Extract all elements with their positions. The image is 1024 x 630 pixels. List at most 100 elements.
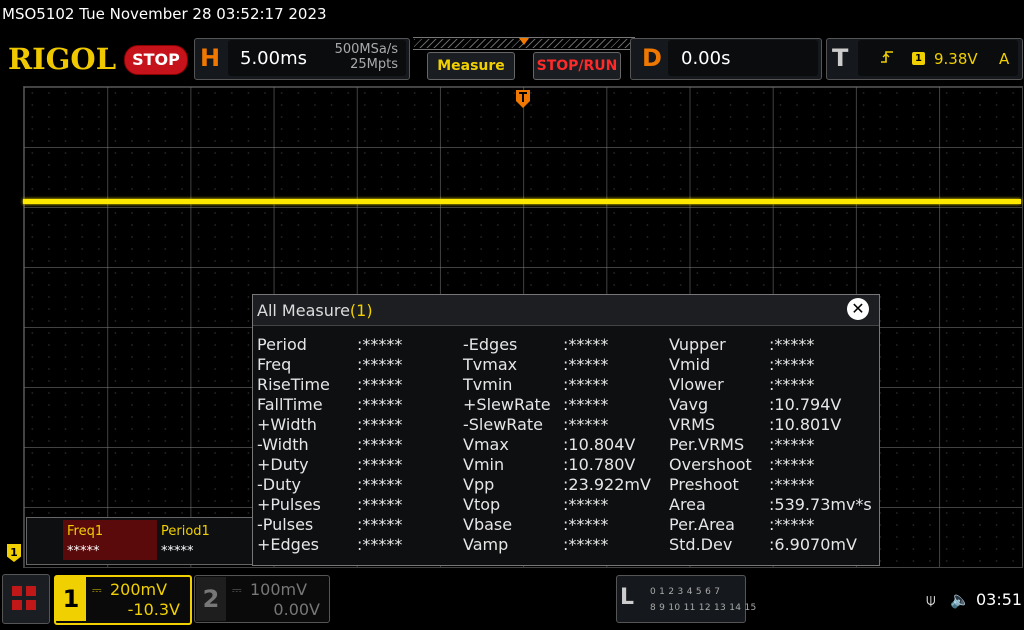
trigger-mode: A (999, 50, 1010, 68)
status-line: MSO5102 Tue November 28 03:52:17 2023 (2, 5, 327, 23)
measure-value: :23.922mV (563, 475, 651, 494)
clock: 03:51 (976, 590, 1023, 609)
trigger-source-badge: 1 (912, 52, 925, 65)
measure-value: :***** (357, 535, 403, 554)
ch1-offset: -10.3V (127, 600, 180, 619)
measure-name: Vmin (463, 455, 505, 474)
measure-name: -Edges (463, 335, 518, 354)
measure-name: Tvmin (463, 375, 513, 394)
measure-value: :***** (357, 415, 403, 434)
all-measure-title: All Measure(1) (257, 301, 373, 320)
measure-name: +SlewRate (463, 395, 551, 414)
measure-name: Preshoot (669, 475, 739, 494)
quick-measure-box[interactable]: Freq1 ***** Period1 ***** (26, 517, 260, 565)
la-channels-row-2: 8 9 10 11 12 13 14 15 (650, 603, 757, 613)
trigger-position-icon (519, 38, 529, 45)
measure-value: :10.801V (769, 415, 842, 434)
timebase-value: 5.00ms (240, 48, 307, 69)
measure-value: :***** (769, 515, 815, 534)
measure-value: :***** (769, 375, 815, 394)
freq-label: Freq1 (67, 524, 104, 539)
measure-value: :***** (563, 515, 609, 534)
logic-analyzer-letter: L (620, 585, 635, 610)
measure-value: :***** (357, 455, 403, 474)
measure-value: :***** (357, 495, 403, 514)
measure-value: :***** (357, 395, 403, 414)
menu-grid-icon (12, 586, 36, 610)
measure-name: FallTime (257, 395, 323, 414)
measure-name: Overshoot (669, 455, 752, 474)
measure-name: Vavg (669, 395, 709, 414)
horizontal-letter: H (200, 44, 221, 72)
measure-name: Vbase (463, 515, 513, 534)
measure-value: :***** (769, 355, 815, 374)
measure-value: :***** (563, 415, 609, 434)
measure-name: Vmid (669, 355, 711, 374)
measure-name: -Duty (257, 475, 301, 494)
ch1-offset-marker[interactable]: 1 (7, 544, 21, 562)
memory-depth: 25Mpts (350, 57, 398, 72)
measure-name: +Edges (257, 535, 320, 554)
measure-value: :***** (357, 475, 403, 494)
all-measure-source: (1) (349, 301, 373, 320)
all-measure-window[interactable]: All Measure(1) ✕ Period :***** Freq :***** R… (252, 294, 880, 566)
la-channels-row-1: 0 1 2 3 4 5 6 7 (650, 587, 721, 597)
measure-name: VRMS (669, 415, 716, 434)
delay-value: 0.00s (681, 48, 731, 69)
rigol-logo: RIGOL (8, 42, 117, 76)
trigger-letter: T (832, 44, 849, 72)
measure-name: +Width (257, 415, 317, 434)
stop-run-button[interactable]: STOP/RUN (533, 52, 621, 80)
measure-name: -Width (257, 435, 309, 454)
ch2-number: 2 (196, 577, 226, 621)
measure-value: :***** (769, 455, 815, 474)
period-label: Period1 (161, 524, 210, 539)
measure-name: Vupper (669, 335, 726, 354)
measure-value: :10.804V (563, 435, 636, 454)
measure-value: :10.780V (563, 455, 636, 474)
measure-value: :***** (563, 535, 609, 554)
measure-value: :539.73mv*s (769, 495, 872, 514)
measure-value: :6.9070mV (769, 535, 857, 554)
measure-name: Period (257, 335, 307, 354)
measure-value: :***** (563, 395, 609, 414)
measure-name: Per.Area (669, 515, 735, 534)
dc-coupling-icon: ⎓ (92, 583, 102, 597)
ch2-scale: 100mV (250, 580, 308, 599)
measure-value: :***** (357, 335, 403, 354)
measure-value: :***** (357, 355, 403, 374)
measure-name: Vpp (463, 475, 495, 494)
usb-icon: ⍦ (926, 590, 936, 609)
trigger-time-marker-icon[interactable] (516, 90, 530, 108)
measure-value: :***** (563, 375, 609, 394)
measure-value: :***** (357, 375, 403, 394)
measure-name: -SlewRate (463, 415, 543, 434)
measure-name: -Pulses (257, 515, 314, 534)
measure-name: Vtop (463, 495, 501, 514)
measure-name: RiseTime (257, 375, 330, 394)
measure-name: Per.VRMS (669, 435, 745, 454)
measure-name: +Duty (257, 455, 309, 474)
logic-analyzer-box[interactable] (616, 575, 746, 623)
freq-value: ***** (67, 544, 100, 559)
measure-value: :***** (563, 335, 609, 354)
delay-letter: D (642, 44, 662, 72)
measure-value: :***** (357, 435, 403, 454)
measure-name: Vamp (463, 535, 509, 554)
rising-edge-icon (880, 50, 894, 68)
trigger-level: 9.38V (934, 50, 978, 68)
measure-value: :***** (769, 335, 815, 354)
freq-cell[interactable]: Freq1 ***** (63, 520, 157, 560)
measure-value: :***** (769, 475, 815, 494)
run-state-badge[interactable]: STOP (124, 45, 188, 75)
measure-name: Freq (257, 355, 292, 374)
speaker-icon[interactable]: 🔈 (950, 590, 970, 609)
ch1-scale: 200mV (110, 580, 168, 599)
ch2-dc-coupling-icon: ⎓ (232, 583, 242, 597)
measure-button[interactable]: Measure (427, 52, 515, 80)
period-value: ***** (161, 544, 194, 559)
measure-value: :***** (563, 355, 609, 374)
close-icon[interactable]: ✕ (847, 298, 869, 320)
measure-name: Tvmax (463, 355, 518, 374)
sample-rate: 500MSa/s (334, 42, 398, 57)
